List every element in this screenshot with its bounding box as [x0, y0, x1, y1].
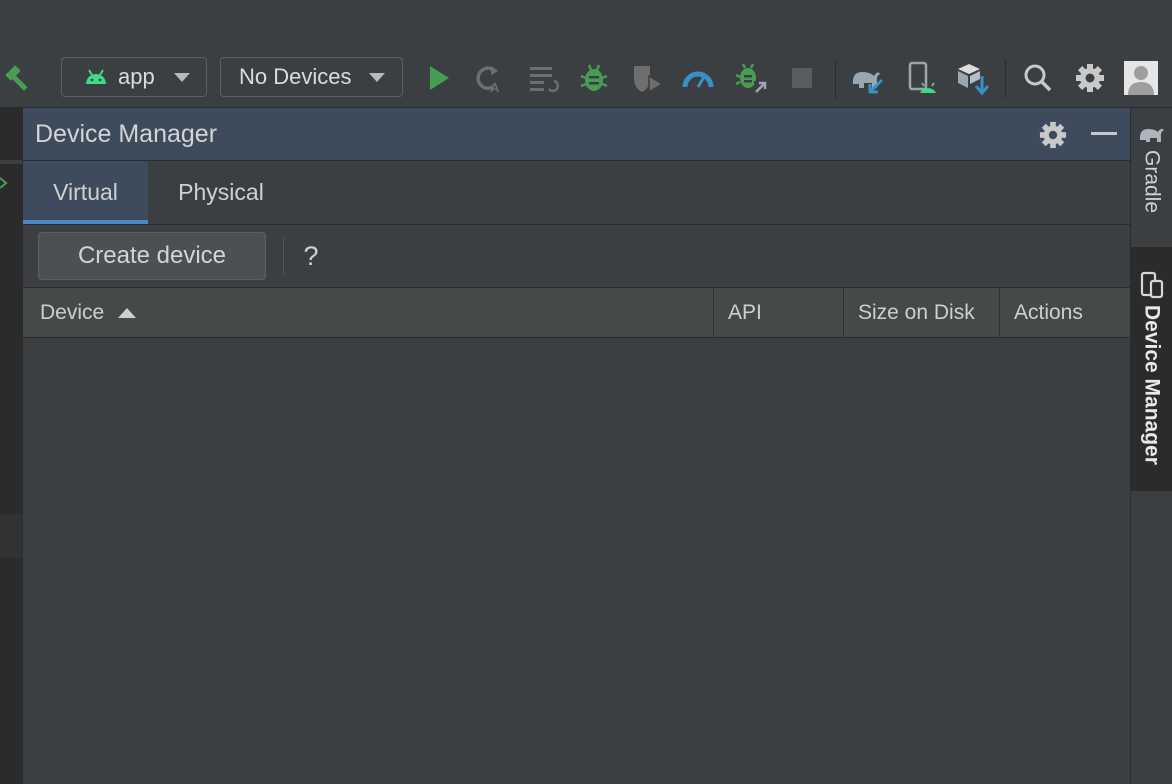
- sdk-manager-icon[interactable]: [954, 60, 990, 96]
- panel-toolbar: Create device ?: [23, 225, 1130, 288]
- table-header: Device API Size on Disk Actions: [23, 288, 1130, 338]
- column-header-size[interactable]: Size on Disk: [844, 288, 999, 337]
- module-selector[interactable]: app: [61, 57, 207, 97]
- debug-icon[interactable]: [576, 60, 612, 96]
- tab-physical-label: Physical: [178, 179, 264, 205]
- sort-ascending-icon: [118, 307, 137, 318]
- toolbar-separator: [283, 237, 284, 275]
- coverage-icon[interactable]: [629, 60, 665, 96]
- apply-code-changes-icon[interactable]: [525, 60, 561, 96]
- device-manager-panel: Device Manager Virtual Physical Create d…: [22, 108, 1130, 784]
- run-gutter-icon[interactable]: [0, 176, 8, 190]
- hammer-icon[interactable]: [2, 60, 38, 96]
- editor-highlight: [0, 514, 22, 558]
- main-toolbar: app No Devices A: [0, 0, 1172, 108]
- chevron-down-icon: [174, 72, 190, 82]
- module-selector-label: app: [118, 64, 155, 89]
- create-device-button[interactable]: Create device: [38, 232, 266, 280]
- tab-bar: Virtual Physical: [23, 161, 1130, 225]
- settings-icon[interactable]: [1072, 60, 1108, 96]
- stop-icon[interactable]: [784, 60, 820, 96]
- column-header-api[interactable]: API: [714, 288, 844, 337]
- svg-text:A: A: [490, 80, 500, 94]
- column-header-device[interactable]: Device: [23, 288, 713, 337]
- side-tab-gradle[interactable]: Gradle: [1131, 122, 1172, 242]
- profile-icon[interactable]: [680, 60, 716, 96]
- android-icon: [84, 68, 108, 86]
- chevron-down-icon: [369, 72, 385, 82]
- right-tool-strip: Gradle Device Manager: [1130, 108, 1172, 784]
- help-button[interactable]: ?: [299, 237, 323, 275]
- search-icon[interactable]: [1020, 60, 1056, 96]
- side-tab-device-manager-label: Device Manager: [1140, 305, 1164, 465]
- column-header-label: Actions: [1014, 300, 1083, 324]
- tab-virtual[interactable]: Virtual: [23, 161, 148, 224]
- gradle-elephant-icon: [1138, 122, 1166, 144]
- column-header-label: API: [728, 300, 762, 324]
- column-header-actions[interactable]: Actions: [1000, 288, 1130, 337]
- device-selector[interactable]: No Devices: [220, 57, 403, 97]
- panel-header: Device Manager: [23, 108, 1130, 161]
- panel-title: Device Manager: [35, 120, 218, 148]
- side-tab-gradle-label: Gradle: [1140, 150, 1164, 214]
- tab-physical[interactable]: Physical: [158, 161, 284, 224]
- gradle-sync-icon[interactable]: [850, 60, 886, 96]
- device-manager-icon: [1140, 271, 1164, 299]
- run-icon[interactable]: [421, 60, 457, 96]
- device-table-body: [23, 338, 1130, 784]
- column-header-label: Device: [40, 300, 105, 324]
- device-manager-icon[interactable]: [904, 60, 940, 96]
- toolbar-separator: [835, 60, 836, 98]
- tab-virtual-label: Virtual: [53, 179, 118, 205]
- avatar[interactable]: [1124, 61, 1158, 95]
- minimize-icon[interactable]: [1091, 132, 1117, 135]
- device-selector-label: No Devices: [239, 64, 352, 89]
- attach-debugger-icon[interactable]: [733, 60, 769, 96]
- editor-edge: [0, 108, 22, 784]
- gear-icon[interactable]: [1039, 121, 1067, 149]
- toolbar-separator: [1005, 60, 1006, 98]
- apply-changes-icon[interactable]: A: [471, 60, 507, 96]
- column-header-label: Size on Disk: [858, 300, 975, 324]
- side-tab-device-manager[interactable]: Device Manager: [1131, 247, 1172, 491]
